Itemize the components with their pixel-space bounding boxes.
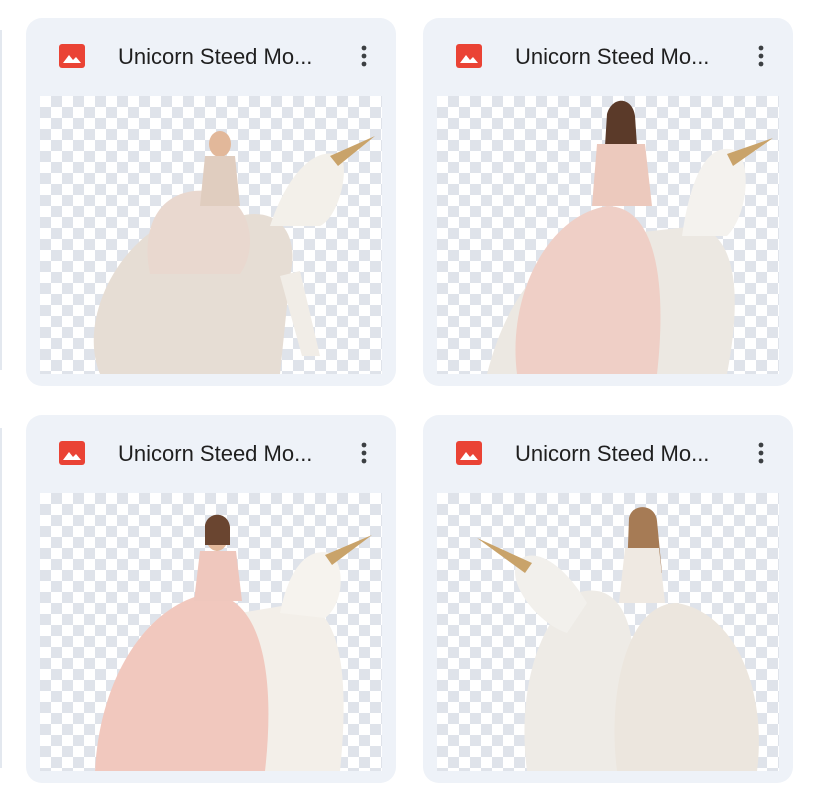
file-card-header: Unicorn Steed Mo... bbox=[26, 18, 396, 94]
file-title[interactable]: Unicorn Steed Mo... bbox=[118, 440, 332, 468]
image-icon bbox=[455, 439, 483, 467]
file-thumbnail[interactable] bbox=[40, 493, 382, 771]
more-vert-icon[interactable] bbox=[346, 38, 382, 74]
more-vert-icon[interactable] bbox=[743, 38, 779, 74]
more-vert-icon[interactable] bbox=[743, 435, 779, 471]
file-title[interactable]: Unicorn Steed Mo... bbox=[118, 43, 332, 71]
file-title[interactable]: Unicorn Steed Mo... bbox=[515, 440, 729, 468]
file-card[interactable]: Unicorn Steed Mo... bbox=[423, 415, 793, 783]
file-thumbnail[interactable] bbox=[40, 96, 382, 374]
file-card-header: Unicorn Steed Mo... bbox=[423, 415, 793, 491]
file-thumbnail[interactable] bbox=[437, 96, 779, 374]
image-icon bbox=[58, 42, 86, 70]
file-card-header: Unicorn Steed Mo... bbox=[26, 415, 396, 491]
unicorn-rider-image bbox=[93, 131, 375, 374]
file-title[interactable]: Unicorn Steed Mo... bbox=[515, 43, 729, 71]
left-divider bbox=[0, 30, 2, 370]
unicorn-rider-image bbox=[95, 514, 372, 771]
left-divider bbox=[0, 428, 2, 768]
file-grid: Unicorn Steed Mo... Unicorn Steed Mo... … bbox=[0, 0, 820, 802]
image-icon bbox=[58, 439, 86, 467]
image-icon bbox=[455, 42, 483, 70]
unicorn-rider-image bbox=[477, 507, 759, 771]
file-card[interactable]: Unicorn Steed Mo... bbox=[423, 18, 793, 386]
file-card[interactable]: Unicorn Steed Mo... bbox=[26, 18, 396, 386]
file-thumbnail[interactable] bbox=[437, 493, 779, 771]
more-vert-icon[interactable] bbox=[346, 435, 382, 471]
unicorn-rider-image bbox=[487, 100, 773, 374]
file-card-header: Unicorn Steed Mo... bbox=[423, 18, 793, 94]
file-card[interactable]: Unicorn Steed Mo... bbox=[26, 415, 396, 783]
